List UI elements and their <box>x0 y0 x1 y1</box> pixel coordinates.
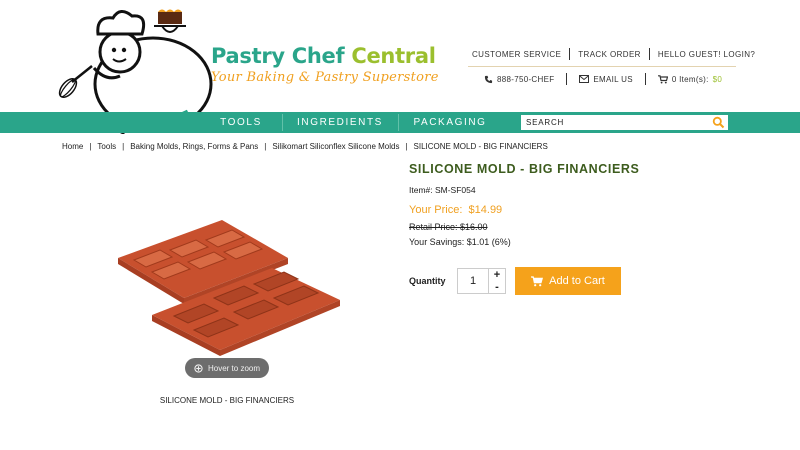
breadcrumb-home[interactable]: Home <box>62 142 83 151</box>
product-title: SILICONE MOLD - BIG FINANCIERS <box>409 162 640 176</box>
brand-name-part2: Central <box>351 44 436 68</box>
divider <box>648 48 650 60</box>
site-header: Pastry Chef Central Your Baking & Pastry… <box>0 0 800 134</box>
cart-total: $0 <box>712 74 723 84</box>
quantity-input[interactable] <box>458 269 488 293</box>
phone-icon <box>484 75 493 83</box>
product-sku: Item#: SM-SF054 <box>409 185 476 195</box>
breadcrumb-current: SILICONE MOLD - BIG FINANCIERS <box>413 142 548 151</box>
header-divider <box>468 66 736 67</box>
nav-tools[interactable]: TOOLS <box>200 112 282 133</box>
search-input[interactable] <box>521 115 707 130</box>
contact-row: 888-750-CHEF EMAIL US 0 Item(s): $0 <box>484 73 722 85</box>
brand-block[interactable]: Pastry Chef Central Your Baking & Pastry… <box>211 44 439 85</box>
cart-link[interactable]: 0 Item(s): $0 <box>657 74 723 84</box>
quantity-stepper: + - <box>489 268 506 294</box>
breadcrumb-separator: | <box>264 142 267 151</box>
your-price-label: Your Price: <box>409 204 463 216</box>
login-link[interactable]: HELLO GUEST! LOGIN? <box>658 50 755 59</box>
breadcrumb-silikomart[interactable]: Silikomart Siliconflex Silicone Molds <box>272 142 399 151</box>
retail-price-label: Retail Price: <box>409 222 458 232</box>
email-icon <box>579 75 590 83</box>
retail-price: Retail Price: $16.00 <box>409 222 488 232</box>
cart-icon <box>657 74 668 83</box>
your-savings: Your Savings: $1.01 (6%) <box>409 237 511 247</box>
brand-name[interactable]: Pastry Chef Central <box>211 44 439 68</box>
phone-number: 888-750-CHEF <box>497 74 555 84</box>
nav-ingredients[interactable]: INGREDIENTS <box>282 112 398 133</box>
breadcrumb-separator: | <box>405 142 408 151</box>
top-links: CUSTOMER SERVICE TRACK ORDER HELLO GUEST… <box>472 48 755 60</box>
divider <box>566 73 568 85</box>
retail-price-value: $16.00 <box>460 222 488 232</box>
search-box <box>521 115 728 130</box>
breadcrumb-baking-molds[interactable]: Baking Molds, Rings, Forms & Pans <box>130 142 258 151</box>
your-price-value: $14.99 <box>468 204 503 216</box>
hover-to-zoom-button[interactable]: Hover to zoom <box>185 358 269 378</box>
cart-items: 0 Item(s): <box>671 74 709 84</box>
breadcrumb: Home | Tools | Baking Molds, Rings, Form… <box>62 142 548 151</box>
zoom-hint-label: Hover to zoom <box>207 363 261 373</box>
cart-icon <box>531 275 544 286</box>
zoom-icon <box>194 363 203 373</box>
quantity-label: Quantity <box>409 276 446 286</box>
add-to-cart-button[interactable]: Add to Cart <box>515 267 621 295</box>
email-label: EMAIL US <box>593 74 633 84</box>
nav-packaging[interactable]: PACKAGING <box>398 112 502 133</box>
quantity-increment-button[interactable]: + <box>489 269 505 281</box>
customer-service-link[interactable]: CUSTOMER SERVICE <box>472 50 561 59</box>
quantity-box <box>457 268 489 294</box>
image-caption: SILICONE MOLD - BIG FINANCIERS <box>159 396 295 405</box>
brand-tagline: Your Baking & Pastry Superstore <box>211 70 439 85</box>
add-to-cart-label: Add to Cart <box>549 275 605 287</box>
email-link[interactable]: EMAIL US <box>579 74 633 84</box>
product-image[interactable] <box>112 180 352 380</box>
breadcrumb-tools[interactable]: Tools <box>97 142 116 151</box>
search-icon[interactable] <box>712 116 725 129</box>
breadcrumb-separator: | <box>89 142 92 151</box>
quantity-decrement-button[interactable]: - <box>489 281 505 293</box>
track-order-link[interactable]: TRACK ORDER <box>578 50 641 59</box>
divider <box>644 73 646 85</box>
brand-name-part1: Pastry Chef <box>211 44 345 68</box>
phone-link[interactable]: 888-750-CHEF <box>484 75 554 84</box>
divider <box>569 48 571 60</box>
breadcrumb-separator: | <box>122 142 125 151</box>
your-price: Your Price: $14.99 <box>409 204 502 216</box>
